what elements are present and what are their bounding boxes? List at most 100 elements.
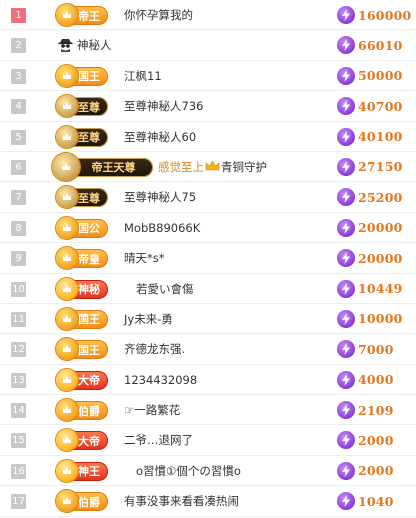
nickname-text: Jy未来-勇 <box>124 311 173 326</box>
ranking-row[interactable]: 13 大帝 1234432098 4000 <box>0 365 416 396</box>
vip-level-badge: 帝王天尊 <box>52 152 153 181</box>
user-nickname[interactable]: 二爷…退网了 <box>124 425 193 455</box>
user-nickname[interactable]: 神秘人 <box>77 30 112 60</box>
nickname-text: 至尊神秘人60 <box>124 129 197 144</box>
vip-level-badge: 帝王 <box>56 4 108 26</box>
ranking-row[interactable]: 16 神王 o習慣①個个の習慣o 2000 <box>0 456 416 487</box>
lightning-icon <box>337 97 355 116</box>
vip-level-badge: 国王 <box>56 307 108 330</box>
vip-level-badge: 至尊 <box>56 125 108 148</box>
nickname-text: 青铜守护 <box>221 159 267 174</box>
contribution-score: 10449 <box>337 279 403 298</box>
ranking-row[interactable]: 17 伯爵 有事没事来看看凑热闹 1040 <box>0 486 416 517</box>
rank-number: 7 <box>11 190 26 206</box>
score-value: 20000 <box>358 220 403 236</box>
score-value: 10449 <box>358 281 403 297</box>
rank-number: 15 <box>11 433 26 449</box>
nickname-prefix: 感觉至上 <box>158 159 204 174</box>
crown-emblem-icon <box>56 64 78 87</box>
crown-emblem-icon <box>52 152 80 181</box>
ranking-row[interactable]: 3 国王 江枫11 50000 <box>0 61 416 92</box>
crown-emblem-icon <box>56 490 78 513</box>
badge-label: 帝皇 <box>78 252 100 266</box>
user-nickname[interactable]: 1234432098 <box>124 365 197 395</box>
badge-label: 神王 <box>78 465 100 479</box>
user-nickname[interactable]: MobB89066K <box>124 213 200 243</box>
vip-level-badge: 国王 <box>56 64 108 87</box>
ranking-row[interactable]: 8 国公 MobB89066K 20000 <box>0 213 416 244</box>
user-nickname[interactable]: 至尊神秘人75 <box>124 182 196 212</box>
user-nickname[interactable]: 你怀孕算我的 <box>124 0 193 30</box>
crown-emblem-icon <box>56 277 78 300</box>
vip-level-badge: 帝皇 <box>56 247 108 270</box>
ranking-row[interactable]: 4 至尊 至尊神秘人736 40700 <box>0 91 416 122</box>
rank-number: 2 <box>11 38 26 54</box>
score-value: 7000 <box>358 341 394 357</box>
contribution-score: 4000 <box>337 370 394 389</box>
rank-number: 11 <box>11 311 26 327</box>
lightning-icon <box>337 66 355 85</box>
user-nickname[interactable]: 至尊神秘人60 <box>124 122 196 152</box>
ranking-row[interactable]: 11 国王 Jy未来-勇 10000 <box>0 304 416 335</box>
vip-level-badge: 至尊 <box>56 95 108 118</box>
vip-level-badge: 至尊 <box>56 186 108 209</box>
ranking-row[interactable]: 12 国王 齐德龙东强. 7000 <box>0 334 416 365</box>
nickname-text: 晴天*s* <box>124 251 165 266</box>
user-nickname[interactable]: Jy未来-勇 <box>124 304 173 334</box>
vip-level-badge: 大帝 <box>56 429 108 452</box>
ranking-row[interactable]: 14 伯爵 ☞一路繁花 2109 <box>0 395 416 426</box>
badge-label: 国王 <box>78 313 100 327</box>
lightning-icon <box>337 370 355 389</box>
score-value: 10000 <box>358 311 403 327</box>
user-nickname[interactable]: ☞一路繁花 <box>124 395 180 425</box>
user-nickname[interactable]: 感觉至上 青铜守护 <box>158 152 267 182</box>
score-value: 160000 <box>358 7 412 23</box>
contribution-score: 40100 <box>337 127 403 146</box>
ranking-row[interactable]: 9 帝皇 晴天*s* 20000 <box>0 243 416 274</box>
score-value: 50000 <box>358 68 403 84</box>
ranking-row[interactable]: 7 至尊 至尊神秘人75 25200 <box>0 182 416 213</box>
rank-number: 1 <box>11 8 26 23</box>
nickname-text: 1234432098 <box>124 372 198 387</box>
lightning-icon <box>337 188 355 207</box>
user-nickname[interactable]: o習慣①個个の習慣o <box>136 456 241 486</box>
badge-label: 伯爵 <box>78 495 100 509</box>
ranking-row[interactable]: 6 帝王天尊 感觉至上 青铜守护 27150 <box>0 152 416 183</box>
contribution-score: 2109 <box>337 401 394 420</box>
ranking-row[interactable]: 15 大帝 二爷…退网了 2000 <box>0 425 416 456</box>
badge-label: 国王 <box>78 70 100 84</box>
contribution-score: 10000 <box>337 309 403 328</box>
nickname-text: o習慣①個个の習慣o <box>136 463 241 478</box>
badge-label: 至尊 <box>78 131 100 145</box>
user-nickname[interactable]: 有事没事来看看凑热闹 <box>124 486 239 516</box>
ranking-row[interactable]: 2 神秘人 66010 <box>0 30 416 61</box>
crown-emblem-icon <box>56 247 78 270</box>
crown-icon <box>205 153 220 171</box>
rank-number: 9 <box>11 251 26 267</box>
ranking-row[interactable]: 10 神秘 若愛い會傷 10449 <box>0 274 416 304</box>
crown-emblem-icon <box>56 95 78 118</box>
user-nickname[interactable]: 若愛い會傷 <box>136 274 194 304</box>
contribution-score: 7000 <box>337 340 394 359</box>
user-nickname[interactable]: 晴天*s* <box>124 243 165 273</box>
badge-label: 帝王天尊 <box>91 161 136 175</box>
badge-label: 帝王 <box>78 9 100 23</box>
score-value: 2109 <box>358 402 394 418</box>
user-nickname[interactable]: 江枫11 <box>124 61 162 91</box>
user-nickname[interactable]: 齐德龙东强. <box>124 334 185 364</box>
lightning-icon <box>337 492 355 511</box>
rank-number: 12 <box>11 342 26 358</box>
badge-label: 大帝 <box>78 434 100 448</box>
ranking-row[interactable]: 1 帝王 你怀孕算我的 160000 <box>0 0 416 31</box>
vip-level-badge: 大帝 <box>56 368 108 391</box>
contribution-score: 50000 <box>337 66 403 85</box>
vip-level-badge: 国公 <box>56 216 108 239</box>
score-value: 25200 <box>358 189 403 205</box>
badge-label: 神秘 <box>78 283 100 297</box>
vip-level-badge: 伯爵 <box>56 399 108 422</box>
lightning-icon <box>337 461 355 480</box>
ranking-row[interactable]: 5 至尊 至尊神秘人60 40100 <box>0 122 416 152</box>
contribution-score: 40700 <box>337 97 403 116</box>
user-nickname[interactable]: 至尊神秘人736 <box>124 91 203 121</box>
score-value: 40700 <box>358 98 403 114</box>
